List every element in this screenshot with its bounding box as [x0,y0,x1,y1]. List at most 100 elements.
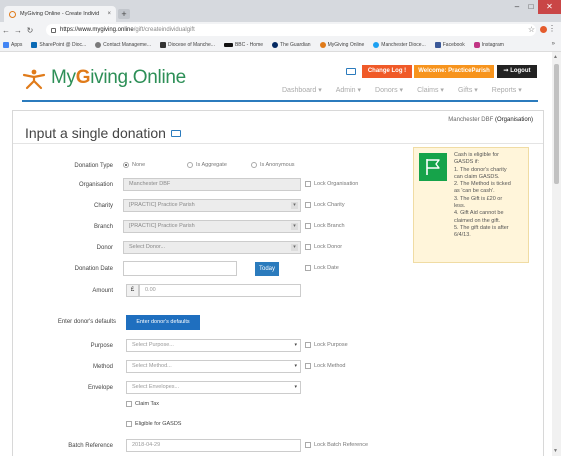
currency-addon: £ [126,284,139,297]
lock-batch-reference-checkbox[interactable]: Lock Batch Reference [305,442,368,448]
branch-select[interactable]: [PRACTIC] Practice Parish ▾ [123,220,301,233]
purpose-label: Purpose [90,343,113,349]
chevron-down-icon: ▾ [291,202,298,209]
sharepoint-icon [31,41,38,48]
reload-icon[interactable]: ↻ [24,26,36,35]
amount-input[interactable]: 0.00 [139,284,301,297]
mygiving-favicon-icon [9,10,16,18]
bookmark-guardian[interactable]: The Guardian [272,41,311,48]
lock-branch-checkbox[interactable]: Lock Branch [305,223,345,229]
bookmark-apps[interactable]: Apps [3,41,22,48]
donation-type-anonymous-radio[interactable]: Is Anonymous [251,162,295,168]
scrollbar-thumb[interactable] [554,64,559,184]
chevron-down-icon: ▾ [294,363,297,369]
logout-button[interactable]: ➞ Logout [497,65,537,78]
instagram-icon [473,41,480,48]
method-select[interactable]: Select Method... ▾ [126,360,301,373]
scroll-down-icon[interactable]: ▼ [553,448,558,454]
gasds-note-text: Cash is eligible for GASDS if: 1. The do… [454,152,511,239]
bookmark-diocese[interactable]: Diocese of Manche... [159,41,215,48]
bookmark-sharepoint[interactable]: SharePoint @ Dioc... [31,41,86,48]
today-button[interactable]: Today [255,262,279,276]
chevron-down-icon: ▾ [294,384,297,390]
envelope-label: Envelope [87,385,113,391]
lock-organisation-checkbox[interactable]: Lock Organisation [305,181,358,187]
mygiving-icon [319,41,326,48]
chevron-down-icon: ▾ [291,244,298,251]
donation-date-input[interactable] [123,261,237,276]
video-help-icon[interactable] [346,68,356,75]
mygiving-logo[interactable]: MyGiving.Online [22,66,186,90]
envelope-select[interactable]: Select Envelopes... ▾ [126,381,301,394]
chevron-down-icon: ▾ [291,223,298,230]
contact-icon [95,41,102,48]
tab-close-icon[interactable]: × [107,11,111,17]
bookmark-manchester-twitter[interactable]: Manchester Dioce... [373,41,426,48]
donor-label: Donor [96,245,113,251]
close-window-icon[interactable]: ✕ [538,0,561,14]
bookmark-facebook[interactable]: Facebook [434,41,465,48]
donation-type-none-radio[interactable]: None [123,162,145,168]
amount-label: Amount [92,288,113,294]
guardian-icon [272,41,279,48]
donation-type-label: Donation Type [74,163,113,169]
eligible-gasds-checkbox[interactable]: Eligible for GASDS [126,421,181,427]
bookmark-instagram[interactable]: Instagram [473,41,504,48]
donation-type-aggregate-radio[interactable]: Is Aggregate [187,162,227,168]
secure-lock-icon [51,27,56,33]
scroll-up-icon[interactable]: ▲ [553,54,558,60]
bookmark-mygiving[interactable]: MyGiving Online [319,41,364,48]
organisation-field: Manchester DBF [123,178,301,191]
title-divider [13,143,543,144]
url-field[interactable]: https://www.mygiving.online/gift/createi… [46,24,536,36]
welcome-user-button[interactable]: Welcome: PracticeParish [414,65,494,78]
forward-icon[interactable]: → [12,26,24,35]
bbc-icon [223,42,233,47]
change-log-button[interactable]: Change Log ! [362,65,412,78]
chevron-down-icon: ▾ [294,342,297,348]
video-help-icon[interactable] [170,129,181,137]
minimize-icon[interactable]: – [510,0,524,14]
browser-menu-icon[interactable]: ⋮ [548,24,556,33]
bookmark-bbc[interactable]: BBC - Home [223,42,263,48]
browser-tab-bar: MyGiving Online - Create Individ × + – □… [0,0,561,22]
flag-icon [419,153,447,181]
lock-method-checkbox[interactable]: Lock Method [305,363,346,369]
url-host: https://www.mygiving.online [60,27,134,33]
charity-select[interactable]: [PRACTIC] Practice Parish ▾ [123,199,301,212]
charity-label: Charity [93,203,113,209]
bookmark-star-icon[interactable]: ☆ [528,25,535,34]
donation-date-label: Donation Date [74,266,113,272]
maximize-icon[interactable]: □ [524,0,538,14]
nav-gifts[interactable]: Gifts ▾ [458,86,478,94]
nav-claims[interactable]: Claims ▾ [417,86,444,94]
facebook-icon [434,41,441,48]
purpose-select[interactable]: Select Purpose... ▾ [126,339,301,352]
url-path: /gift/createindividualgift [133,27,195,33]
extension-icon[interactable] [540,26,547,33]
nav-donors[interactable]: Donors ▾ [375,86,403,94]
apps-grid-icon [3,41,9,48]
new-tab-button[interactable]: + [118,9,130,19]
lock-purpose-checkbox[interactable]: Lock Purpose [305,342,348,348]
lock-donor-checkbox[interactable]: Lock Donor [305,244,342,250]
browser-tab[interactable]: MyGiving Online - Create Individ × [4,6,116,22]
nav-admin[interactable]: Admin ▾ [336,86,361,94]
enter-donor-defaults-button[interactable]: Enter donor's defaults [126,315,200,330]
back-icon[interactable]: ← [0,26,12,35]
page-title: Input a single donation [25,125,181,141]
lock-charity-checkbox[interactable]: Lock Charity [305,202,345,208]
donation-panel: Input a single donation Manchester DBF (… [12,110,544,456]
page-scrollbar[interactable]: ▲ ▼ [552,52,561,456]
nav-reports[interactable]: Reports ▾ [492,86,522,94]
app-header: MyGiving.Online Change Log ! Welcome: Pr… [0,52,552,102]
donor-select[interactable]: Select Donor... ▾ [123,241,301,254]
nav-dashboard[interactable]: Dashboard ▾ [282,86,322,94]
claim-tax-checkbox[interactable]: Claim Tax [126,401,159,407]
lock-date-checkbox[interactable]: Lock Date [305,265,339,271]
tab-title: MyGiving Online - Create Individ [20,11,100,17]
bookmarks-more-icon[interactable]: » [552,41,555,47]
twitter-icon [373,41,380,48]
bookmark-contact-management[interactable]: Contact Manageme... [95,41,151,48]
batch-reference-input[interactable]: 2018-04-29 [126,439,301,452]
